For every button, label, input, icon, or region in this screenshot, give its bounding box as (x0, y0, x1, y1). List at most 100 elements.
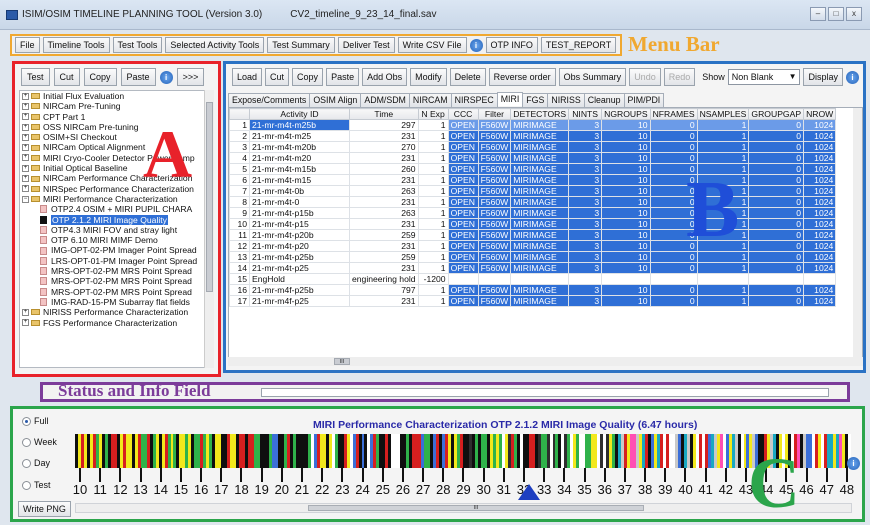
expand-icon[interactable]: + (22, 133, 29, 141)
table-cell[interactable]: 15 (229, 273, 250, 285)
table-cell[interactable]: 17 (229, 295, 250, 307)
table-cell[interactable]: 1 (417, 130, 449, 142)
table-cell[interactable]: 1024 (803, 218, 837, 230)
table-cell[interactable]: 3 (568, 207, 603, 219)
redo-button[interactable]: Redo (663, 68, 696, 86)
expand-icon[interactable]: + (22, 185, 29, 193)
table-cell[interactable] (447, 273, 479, 285)
table-cell[interactable]: 1 (417, 284, 449, 296)
table-cell[interactable]: 10 (601, 163, 651, 175)
table-cell[interactable]: 10 (601, 196, 651, 208)
table-cell[interactable] (477, 273, 512, 285)
table-cell[interactable]: 0 (748, 218, 805, 230)
tab-osim-align[interactable]: OSIM Align (309, 93, 362, 107)
table-row[interactable]: 6 21-mr-m4t-m15 231 1 OPEN F560W MIRIMAGE 3 10 0 1… (229, 174, 837, 186)
table-row[interactable]: 12 21-mr-m4t-p20 231 1 OPEN F560W MIRIMAGE 3 10 0… (229, 240, 837, 252)
expand-icon[interactable]: + (22, 113, 29, 121)
table-horizontal-scrollbar[interactable]: III (228, 357, 863, 366)
table-cell[interactable]: 0 (748, 284, 805, 296)
table-cell[interactable]: 3 (568, 130, 603, 142)
scroll-thumb[interactable] (206, 102, 213, 292)
table-cell[interactable]: F560W (477, 196, 512, 208)
tree-scrollbar[interactable] (204, 90, 214, 368)
table-cell[interactable]: 1024 (803, 163, 837, 175)
menu-test-report[interactable]: TEST_REPORT (540, 37, 617, 53)
table-cell[interactable]: 21-mr-m4t-0 (249, 196, 350, 208)
table-cell[interactable]: F560W (477, 218, 512, 230)
table-cell[interactable]: 0 (748, 141, 805, 153)
tab-expose-comments[interactable]: Expose/Comments (228, 93, 311, 107)
copy-button[interactable]: Copy (292, 68, 324, 86)
tab-adm-sdm[interactable]: ADM/SDM (360, 93, 410, 107)
table-cell[interactable]: MIRIMAGE (510, 119, 570, 131)
table-cell[interactable]: F560W (477, 240, 512, 252)
tree-item[interactable]: MRS-OPT-02-PM MRS Point Spread (20, 266, 206, 276)
table-cell[interactable]: 4 (229, 152, 250, 164)
table-cell[interactable]: F560W (477, 152, 512, 164)
expand-icon[interactable]: + (22, 123, 29, 131)
radio-test[interactable]: Test (22, 480, 51, 490)
table-cell[interactable]: 10 (601, 251, 651, 263)
table-cell[interactable]: 231 (349, 196, 419, 208)
table-cell[interactable]: 1 (417, 218, 449, 230)
tab-pim-pdi[interactable]: PIM/PDI (623, 93, 665, 107)
paste-button[interactable]: Paste (326, 68, 360, 86)
table-cell[interactable]: 3 (568, 163, 603, 175)
table-cell[interactable]: 1 (417, 163, 449, 175)
table-cell[interactable]: -1200 (417, 273, 449, 285)
table-cell[interactable]: 21-mr-m4t-m20 (249, 152, 350, 164)
table-cell[interactable]: 1024 (803, 262, 837, 274)
table-cell[interactable]: 10 (601, 229, 651, 241)
table-cell[interactable]: engineering hold (349, 273, 419, 285)
table-cell[interactable]: 10 (601, 174, 651, 186)
table-cell[interactable] (748, 273, 805, 285)
table-row[interactable]: 3 21-mr-m4t-m20b 270 1 OPEN F560W MIRIMAGE 3 10 0… (229, 141, 837, 153)
table-cell[interactable]: 0 (748, 163, 805, 175)
table-cell[interactable]: 3 (568, 229, 603, 241)
tab-nircam[interactable]: NIRCAM (408, 93, 452, 107)
table-vertical-scrollbar[interactable] (853, 108, 862, 362)
table-row[interactable]: 11 21-mr-m4t-p20b 259 1 OPEN F560W MIRIMAGE 3 10… (229, 229, 837, 241)
table-row[interactable]: 10 21-mr-m4t-p15 231 1 OPEN F560W MIRIMAGE 3 10 0… (229, 218, 837, 230)
table-cell[interactable]: 259 (349, 229, 419, 241)
expand-button[interactable]: >>> (176, 68, 205, 86)
table-cell[interactable]: MIRIMAGE (510, 251, 570, 263)
expand-icon[interactable]: + (22, 308, 29, 316)
table-cell[interactable]: 231 (349, 174, 419, 186)
table-cell[interactable]: 0 (649, 295, 698, 307)
table-cell[interactable]: 3 (568, 174, 603, 186)
table-cell[interactable]: 7 (229, 185, 250, 197)
table-cell[interactable]: 1 (696, 119, 750, 131)
table-row[interactable]: 8 21-mr-m4t-0 231 1 OPEN F560W MIRIMAGE 3 10 0 1 0 1… (229, 196, 837, 208)
table-row[interactable]: 2 21-mr-m4t-m25 231 1 OPEN F560W MIRIMAGE 3 10 0 1… (229, 130, 837, 142)
table-cell[interactable]: 3 (568, 240, 603, 252)
table-cell[interactable]: 0 (649, 119, 698, 131)
table-cell[interactable]: 1024 (803, 229, 837, 241)
table-cell[interactable]: 259 (349, 251, 419, 263)
timeline-scrollbar[interactable]: III (75, 503, 852, 513)
menu-timeline-tools[interactable]: Timeline Tools (42, 37, 110, 53)
tree-item[interactable]: + FGS Performance Characterization (20, 318, 206, 328)
table-row[interactable]: 1 21-mr-m4t-m25b 297 1 OPEN F560W MIRIMAGE 3 10 0… (229, 119, 837, 131)
tree-item[interactable]: + NIRCam Pre-Tuning (20, 101, 206, 111)
table-cell[interactable]: 1 (417, 207, 449, 219)
table-cell[interactable]: 1 (417, 229, 449, 241)
table-cell[interactable]: MIRIMAGE (510, 207, 570, 219)
table-cell[interactable]: 1024 (803, 185, 837, 197)
tree-item[interactable]: IMG-RAD-15-PM Subarray flat fields (20, 297, 206, 307)
table-cell[interactable]: MIRIMAGE (510, 196, 570, 208)
menu-file[interactable]: File (15, 37, 40, 53)
test-button[interactable]: Test (21, 68, 50, 86)
table-cell[interactable]: 1024 (803, 284, 837, 296)
table-cell[interactable]: OPEN (447, 141, 479, 153)
column-header[interactable]: GROUPGAP (748, 108, 805, 120)
table-cell[interactable]: 0 (748, 130, 805, 142)
table-cell[interactable]: MIRIMAGE (510, 141, 570, 153)
column-header[interactable]: Time (349, 108, 419, 120)
table-cell[interactable]: F560W (477, 163, 512, 175)
menu-write-csv-file[interactable]: Write CSV File (397, 37, 467, 53)
table-cell[interactable]: F560W (477, 141, 512, 153)
info-icon[interactable]: i (469, 38, 483, 52)
table-cell[interactable]: 0 (649, 262, 698, 274)
table-cell[interactable]: 1 (696, 152, 750, 164)
